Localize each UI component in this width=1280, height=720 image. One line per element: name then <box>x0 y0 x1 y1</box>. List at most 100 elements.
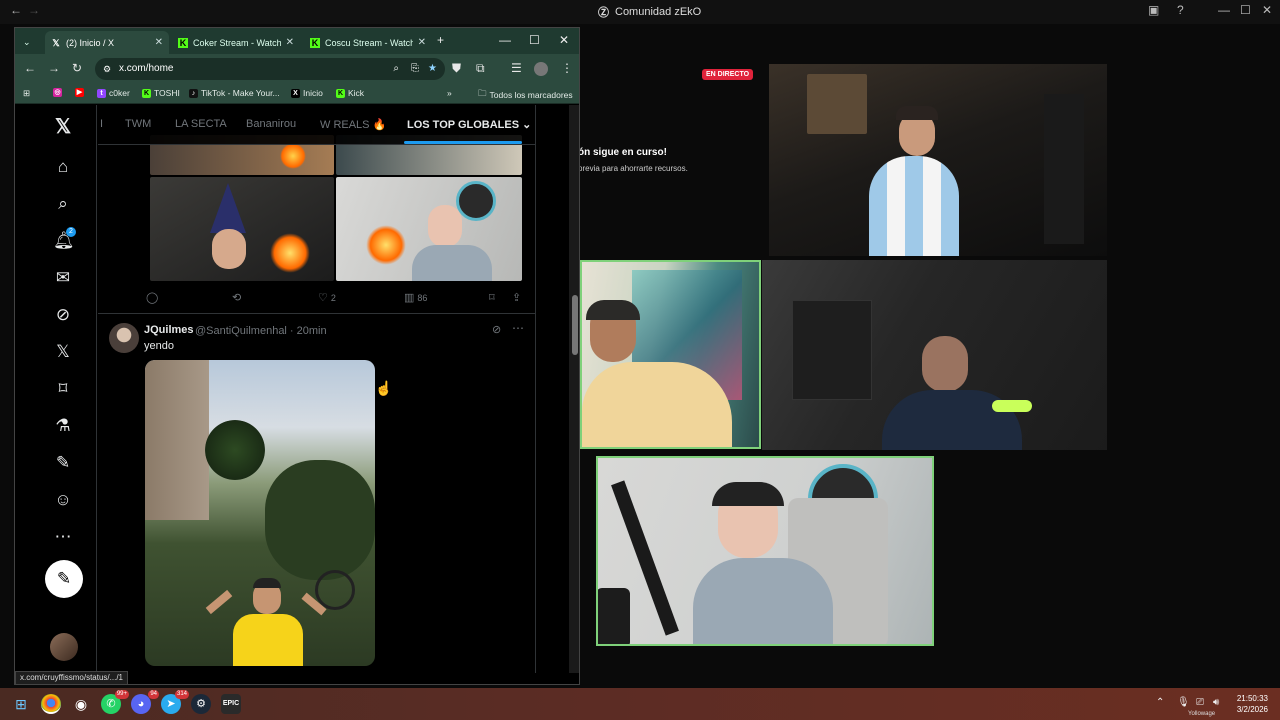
network-icon[interactable]: ⎚ <box>1196 697 1204 708</box>
heart-icon: ♡ <box>318 292 328 304</box>
windows-start-icon[interactable]: ⊞ <box>11 694 31 714</box>
tab-coker-stream[interactable]: K Coker Stream - Watch L ✕ <box>172 31 300 54</box>
menu-dots-icon[interactable]: ⋮ <box>561 61 573 75</box>
help-icon[interactable]: ? <box>1177 3 1184 17</box>
back-arrow-icon[interactable]: ← <box>10 3 22 17</box>
stream-cam-mid-left[interactable] <box>580 260 761 449</box>
tweet1-media-3[interactable] <box>150 177 334 281</box>
github-icon[interactable]: ◉ <box>71 694 91 714</box>
close-window-icon[interactable]: ✕ <box>559 33 569 47</box>
tweet1-media-4[interactable] <box>336 177 522 281</box>
compose-post-button[interactable]: ✎ <box>45 560 83 598</box>
messages-envelope-icon[interactable]: ✉ <box>53 268 73 288</box>
discord-icon[interactable]: ◕ 94 <box>131 690 159 714</box>
chrome-icon[interactable] <box>41 694 61 714</box>
all-bookmarks[interactable]: 🗀 Todos los marcadores <box>478 88 573 102</box>
reload-icon[interactable]: ↻ <box>72 61 82 75</box>
streamer-argentina-shirt <box>869 156 959 256</box>
close-tab-icon[interactable]: ✕ <box>418 37 426 48</box>
zoom-icon[interactable]: ⌕ <box>393 58 399 80</box>
stream-cam-bottom[interactable] <box>596 456 934 646</box>
new-tab-icon[interactable]: + <box>437 33 444 47</box>
bookmarks-icon[interactable]: ⌑ <box>53 379 73 399</box>
forward-arrow-icon[interactable]: → <box>28 3 40 17</box>
apps-grid-icon[interactable]: ⊞ <box>23 88 30 99</box>
microphone-icon[interactable]: 🎙︎ <box>1177 697 1190 708</box>
whatsapp-icon[interactable]: ✆ 99+ <box>101 690 129 714</box>
install-icon[interactable]: ⎘ <box>411 58 419 80</box>
home-icon[interactable]: ⌂ <box>53 157 73 177</box>
author-name[interactable]: JQuilmes <box>144 324 194 336</box>
bookmark-inicio[interactable]: X Inicio <box>291 88 323 98</box>
bookmark-kick[interactable]: K Kick <box>336 88 364 98</box>
telegram-icon[interactable]: ➤ 314 <box>161 690 189 714</box>
close-tab-icon[interactable]: ✕ <box>286 37 294 48</box>
tab-groups-icon[interactable]: ☰ <box>511 61 522 75</box>
search-icon[interactable]: ⌕ <box>53 194 73 214</box>
author-avatar[interactable] <box>109 323 139 353</box>
bookmark-instagram[interactable]: ◎ <box>53 88 62 97</box>
cast-icon[interactable]: ▣ <box>1148 3 1159 17</box>
grok-icon[interactable]: ⊘ <box>492 323 501 336</box>
feed-tab-twm[interactable]: TWM <box>125 118 151 130</box>
x-logo-icon[interactable]: 𝕏 <box>53 117 73 137</box>
discord-badge: 94 <box>148 690 159 699</box>
steam-icon[interactable]: ⚙ <box>191 694 211 714</box>
feed-tab-los-top-globales[interactable]: LOS TOP GLOBALES ⌄ <box>407 118 531 131</box>
extension-shield-icon[interactable]: ⛊ <box>452 61 461 76</box>
profile-avatar-icon[interactable] <box>534 62 548 76</box>
tab-x-home[interactable]: 𝕏 (2) Inicio / X ✕ <box>45 31 169 54</box>
more-options-icon[interactable]: ⋯ <box>53 527 73 547</box>
extensions-icon[interactable]: ⧉ <box>476 61 485 76</box>
account-avatar[interactable] <box>50 633 78 661</box>
page-scrollbar[interactable] <box>569 105 579 673</box>
repost-button[interactable]: ⟲ <box>232 291 241 304</box>
tweet-photo[interactable] <box>145 360 375 666</box>
views-button[interactable]: ▥ 86 <box>404 291 427 304</box>
back-icon[interactable]: ← <box>24 61 36 75</box>
more-options-icon[interactable]: ⋯ <box>512 321 524 335</box>
system-clock[interactable]: 21:50:33 3/2/2026 <box>1237 693 1268 715</box>
volume-icon[interactable]: 🔊︎ <box>1213 697 1219 708</box>
forward-icon[interactable]: → <box>48 61 60 75</box>
maximize-icon[interactable]: ☐ <box>529 33 540 47</box>
share-button[interactable]: ⇪ <box>512 291 521 304</box>
bookmark-c0ker[interactable]: t c0ker <box>97 88 130 98</box>
feed-tab-w-reals[interactable]: W REALS 🔥 <box>320 118 386 131</box>
grok-icon[interactable]: ⊘ <box>53 305 73 325</box>
like-button[interactable]: ♡ 2 <box>318 291 336 304</box>
stream-cam-mid-right[interactable] <box>762 260 1107 450</box>
close-icon[interactable]: ✕ <box>1262 3 1272 17</box>
bookmark-star-icon[interactable]: ★ <box>428 58 437 80</box>
bookmark-toshi[interactable]: K TOSHI <box>142 88 180 98</box>
jobs-icon[interactable]: ⚗ <box>53 416 73 436</box>
tab-search-button[interactable]: ⌄ <box>17 31 41 54</box>
tweet[interactable]: JQuilmes @SantiQuilmenhal · 20min ⊘ ⋯ ye… <box>98 313 535 673</box>
epic-games-icon[interactable]: EPIC <box>221 694 241 714</box>
bookmark-tiktok[interactable]: ♪ TikTok - Make Your... <box>189 88 280 98</box>
address-bar[interactable]: ⚙ x.com/home ⌕ ⎘ ★ <box>95 58 445 80</box>
bookmark-youtube[interactable]: ▶ <box>75 88 84 97</box>
tray-overflow-icon[interactable]: ⌃ <box>1156 697 1164 708</box>
close-tab-icon[interactable]: ✕ <box>155 37 163 48</box>
bookmark-button[interactable]: ⌑ <box>489 291 495 304</box>
maximize-icon[interactable]: ☐ <box>1240 3 1251 17</box>
minimize-icon[interactable]: — <box>1218 3 1230 17</box>
feed-tab-bananirou[interactable]: Bananirou <box>246 118 296 130</box>
x-logo-icon: 𝕏 <box>52 37 60 48</box>
site-info-icon[interactable]: ⚙ <box>103 58 111 80</box>
minimize-icon[interactable]: — <box>499 33 511 47</box>
scrollbar-thumb[interactable] <box>572 295 578 355</box>
more-bookmarks-icon[interactable]: » <box>447 88 452 98</box>
tab-coscu-stream[interactable]: K Coscu Stream - Watch L ✕ <box>304 31 432 54</box>
articles-icon[interactable]: ✎ <box>53 453 73 473</box>
reply-button[interactable]: ◯ <box>146 291 158 304</box>
active-tab-indicator <box>404 141 522 144</box>
premium-x-icon[interactable]: 𝕏 <box>53 342 73 362</box>
profile-icon[interactable]: ☺ <box>53 490 73 510</box>
kick-icon: K <box>142 88 151 98</box>
feed-tab-partial[interactable]: I <box>100 118 103 130</box>
stream-cam-top-right[interactable] <box>769 64 1107 256</box>
feed-tab-la-secta[interactable]: LA SECTA <box>175 118 227 130</box>
author-handle[interactable]: @SantiQuilmenhal · 20min <box>195 325 327 337</box>
